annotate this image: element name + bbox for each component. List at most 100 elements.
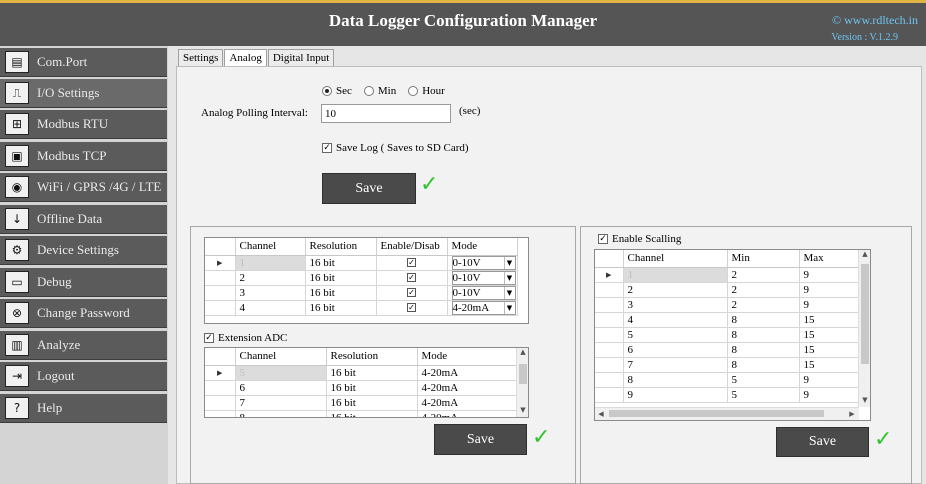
sidebar-item-analyze[interactable]: ▥ Analyze: [0, 331, 167, 360]
table-row[interactable]: 8 16 bit 4-20mA: [205, 410, 518, 417]
channels-grid[interactable]: Channel Resolution Enable/Disab Mode ▶ 1…: [204, 237, 529, 324]
horizontal-scrollbar[interactable]: ◀ ▶: [595, 407, 859, 420]
cell-max[interactable]: 9: [799, 267, 860, 283]
table-row[interactable]: 4 16 bit ✓ 4-20mA ▼: [205, 300, 518, 316]
table-row[interactable]: ▶ 1 2 9: [595, 267, 860, 283]
cell-max[interactable]: 15: [799, 312, 860, 328]
sidebar-item-help[interactable]: ? Help: [0, 394, 167, 423]
cell-resolution[interactable]: 16 bit: [326, 380, 418, 396]
scroll-thumb[interactable]: [519, 364, 527, 384]
polling-interval-input[interactable]: [321, 104, 451, 123]
cell-mode[interactable]: 4-20mA: [417, 395, 518, 411]
table-row[interactable]: 9 5 9: [595, 387, 860, 403]
cell-channel[interactable]: 8: [235, 410, 327, 417]
sidebar-item-modbus-tcp[interactable]: ▣ Modbus TCP: [0, 142, 167, 171]
cell-channel[interactable]: 6: [235, 380, 327, 396]
mode-select[interactable]: 0-10V ▼: [451, 270, 516, 284]
scroll-thumb[interactable]: [861, 264, 869, 364]
scroll-thumb[interactable]: [609, 410, 824, 417]
cell-channel[interactable]: 1: [235, 255, 306, 271]
table-row[interactable]: 7 8 15: [595, 357, 860, 373]
scroll-down-icon[interactable]: ▼: [517, 406, 528, 414]
tab-digital-input[interactable]: Digital Input: [267, 49, 335, 67]
cell-mode[interactable]: 0-10V ▼: [447, 285, 518, 301]
cell-mode[interactable]: 4-20mA ▼: [447, 300, 518, 316]
radio-min[interactable]: Min: [363, 85, 396, 97]
brand-link[interactable]: © www.rdltech.in: [832, 11, 918, 30]
sidebar-item-change-password[interactable]: ⊗ Change Password: [0, 299, 167, 328]
vertical-scrollbar[interactable]: ▲ ▼: [858, 250, 870, 407]
cell-enable[interactable]: ✓: [376, 270, 448, 286]
sidebar-item-debug[interactable]: ▭ Debug: [0, 268, 167, 297]
tab-settings[interactable]: Settings: [178, 49, 224, 67]
table-row[interactable]: 6 8 15: [595, 342, 860, 358]
radio-hour[interactable]: Hour: [408, 85, 445, 97]
enable-scaling-checkbox[interactable]: ✓ Enable Scalling: [598, 233, 681, 245]
vertical-scrollbar[interactable]: ▲ ▼: [516, 348, 528, 417]
sidebar-item-wifi-gprs[interactable]: ◉ WiFi / GPRS /4G / LTE: [0, 173, 167, 202]
cell-channel[interactable]: 9: [623, 387, 728, 403]
cell-max[interactable]: 9: [799, 297, 860, 313]
cell-channel[interactable]: 3: [235, 285, 306, 301]
cell-mode[interactable]: 4-20mA: [417, 380, 518, 396]
cell-channel[interactable]: 6: [623, 342, 728, 358]
save-scaling-button[interactable]: Save: [776, 427, 869, 457]
cell-resolution[interactable]: 16 bit: [305, 270, 377, 286]
cell-channel[interactable]: 5: [235, 365, 327, 381]
cell-resolution[interactable]: 16 bit: [326, 410, 418, 417]
cell-min[interactable]: 8: [727, 327, 800, 343]
cell-min[interactable]: 5: [727, 372, 800, 388]
cell-min[interactable]: 2: [727, 282, 800, 298]
scroll-right-icon[interactable]: ▶: [846, 410, 858, 418]
cell-channel[interactable]: 4: [623, 312, 728, 328]
sidebar-item-offline-data[interactable]: ↓ Offline Data: [0, 205, 167, 234]
cell-mode[interactable]: 4-20mA: [417, 410, 518, 417]
cell-max[interactable]: 15: [799, 357, 860, 373]
sidebar-item-com-port[interactable]: ▤ Com.Port: [0, 48, 167, 77]
scroll-left-icon[interactable]: ◀: [595, 410, 607, 418]
cell-min[interactable]: 8: [727, 312, 800, 328]
table-row[interactable]: 4 8 15: [595, 312, 860, 328]
cell-max[interactable]: 9: [799, 372, 860, 388]
radio-sec[interactable]: Sec: [322, 85, 352, 97]
cell-mode[interactable]: 4-20mA: [417, 365, 518, 381]
cell-mode[interactable]: 0-10V ▼: [447, 270, 518, 286]
table-row[interactable]: 2 16 bit ✓ 0-10V ▼: [205, 270, 518, 286]
table-row[interactable]: 3 2 9: [595, 297, 860, 313]
sidebar-item-logout[interactable]: ⇥ Logout: [0, 362, 167, 391]
save-channels-button[interactable]: Save: [434, 424, 527, 455]
mode-select[interactable]: 4-20mA ▼: [451, 300, 516, 314]
cell-min[interactable]: 2: [727, 297, 800, 313]
cell-resolution[interactable]: 16 bit: [305, 255, 377, 271]
table-row[interactable]: 3 16 bit ✓ 0-10V ▼: [205, 285, 518, 301]
sidebar-item-device-settings[interactable]: ⚙ Device Settings: [0, 236, 167, 265]
cell-min[interactable]: 5: [727, 387, 800, 403]
cell-min[interactable]: 8: [727, 342, 800, 358]
cell-resolution[interactable]: 16 bit: [305, 285, 377, 301]
extension-adc-checkbox[interactable]: ✓ Extension ADC: [204, 332, 287, 344]
cell-channel[interactable]: 7: [623, 357, 728, 373]
cell-channel[interactable]: 3: [623, 297, 728, 313]
sidebar-item-modbus-rtu[interactable]: ⊞ Modbus RTU: [0, 110, 167, 139]
mode-select[interactable]: 0-10V ▼: [451, 255, 516, 269]
cell-min[interactable]: 8: [727, 357, 800, 373]
scaling-grid[interactable]: Channel Min Max ▶ 1 2 9 2 2 9 3 2 9 4 8 …: [594, 249, 871, 421]
cell-channel[interactable]: 2: [623, 282, 728, 298]
save-polling-button[interactable]: Save: [322, 173, 416, 204]
cell-max[interactable]: 9: [799, 387, 860, 403]
cell-min[interactable]: 2: [727, 267, 800, 283]
cell-channel[interactable]: 2: [235, 270, 306, 286]
scroll-up-icon[interactable]: ▲: [517, 348, 528, 356]
cell-max[interactable]: 15: [799, 327, 860, 343]
mode-select[interactable]: 0-10V ▼: [451, 285, 516, 299]
cell-channel[interactable]: 5: [623, 327, 728, 343]
cell-max[interactable]: 15: [799, 342, 860, 358]
table-row[interactable]: 5 8 15: [595, 327, 860, 343]
sidebar-item-io-settings[interactable]: ⎍ I/O Settings: [0, 79, 167, 108]
cell-resolution[interactable]: 16 bit: [305, 300, 377, 316]
table-row[interactable]: 2 2 9: [595, 282, 860, 298]
cell-enable[interactable]: ✓: [376, 300, 448, 316]
cell-mode[interactable]: 0-10V ▼: [447, 255, 518, 271]
scroll-up-icon[interactable]: ▲: [859, 250, 870, 258]
cell-channel[interactable]: 8: [623, 372, 728, 388]
